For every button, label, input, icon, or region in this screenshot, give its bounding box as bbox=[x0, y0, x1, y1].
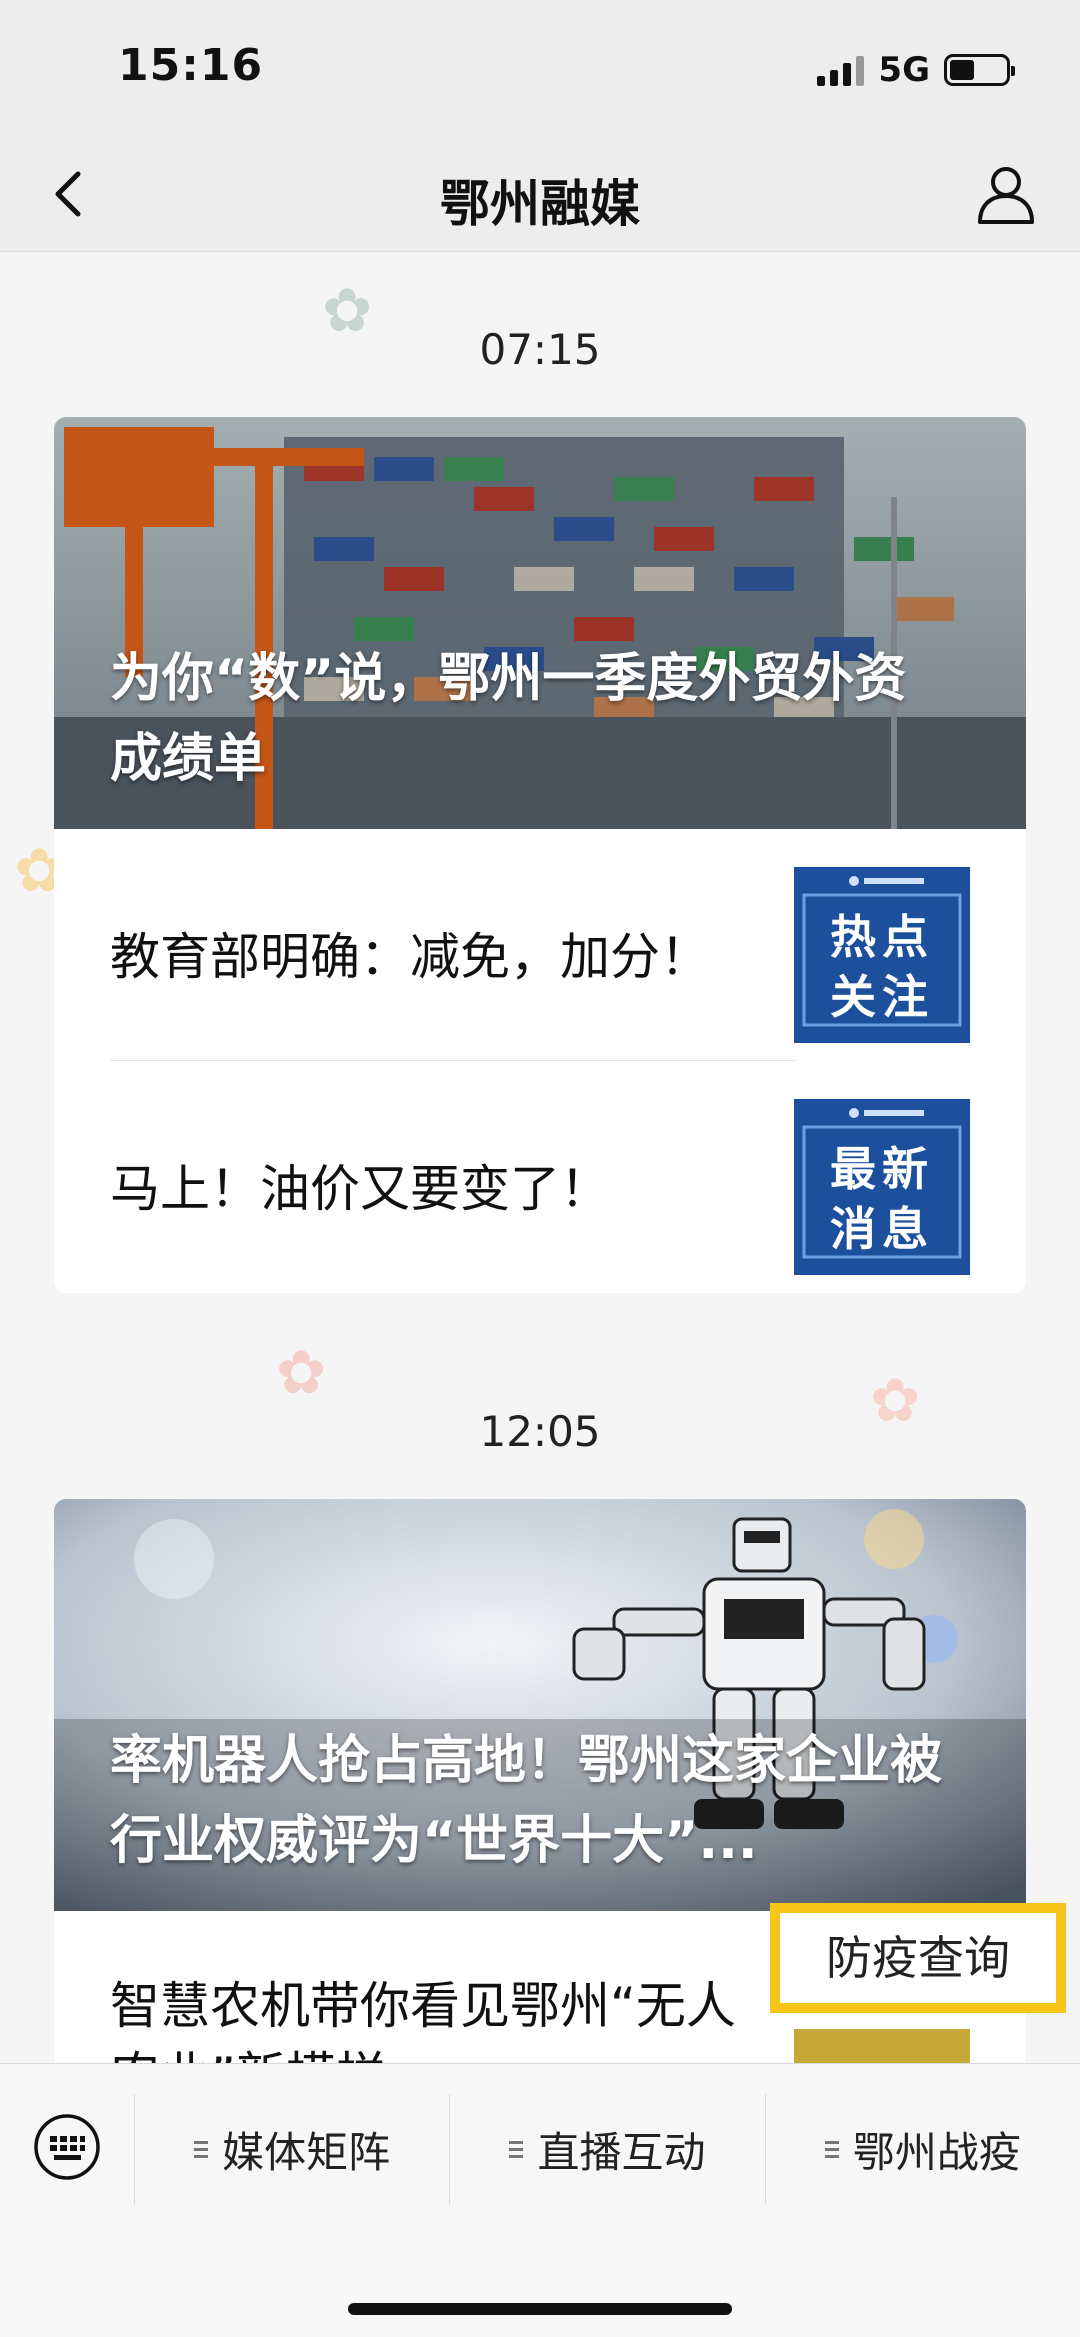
submenu-icon bbox=[824, 2140, 839, 2158]
hero-article[interactable]: 率机器人抢占高地！鄂州这家企业被行业权威评为“世界十大”... bbox=[54, 1499, 1026, 1911]
bottom-menu-bar: 媒体矩阵 直播互动 鄂州战疫 bbox=[0, 2063, 1080, 2337]
list-item-title: 智慧农机带你看见鄂州“无人农业”新模样 bbox=[110, 1977, 736, 2063]
hero-article-title: 为你“数”说，鄂州一季度外贸外资成绩单 bbox=[110, 649, 907, 789]
signal-icon bbox=[817, 54, 865, 86]
list-item-thumbnail: 热点 关注 bbox=[794, 867, 970, 1043]
hero-article[interactable]: 为你“数”说，鄂州一季度外贸外资成绩单 bbox=[54, 417, 1026, 829]
nav-bar: 鄂州融媒 bbox=[0, 140, 1080, 252]
status-time: 15:16 bbox=[118, 40, 264, 91]
thumb-caption: 热点 关注 bbox=[830, 910, 934, 1024]
menu-label: 直播互动 bbox=[537, 2127, 706, 2177]
status-icons: 5G bbox=[817, 50, 1015, 90]
submenu-icon bbox=[194, 2140, 209, 2158]
menu-live-interaction[interactable]: 直播互动 bbox=[449, 2094, 764, 2204]
keyboard-icon[interactable] bbox=[32, 2112, 102, 2182]
flower-decoration-icon: ✿ bbox=[276, 1338, 327, 1408]
epidemic-query-button[interactable]: 防疫查询 bbox=[770, 1903, 1066, 2013]
profile-icon[interactable] bbox=[972, 160, 1040, 228]
timestamp: 07:15 bbox=[479, 325, 601, 374]
network-type: 5G bbox=[878, 50, 930, 90]
page-title: 鄂州融媒 bbox=[440, 175, 640, 233]
menu-label: 鄂州战疫 bbox=[852, 2127, 1021, 2177]
list-item[interactable]: 教育部明确：减免，加分！ 热点 关注 bbox=[54, 829, 1026, 1061]
status-bar: 15:16 5G bbox=[0, 0, 1080, 140]
menu-label: 媒体矩阵 bbox=[222, 2127, 391, 2177]
home-indicator[interactable] bbox=[348, 2303, 732, 2315]
list-item-title: 教育部明确：减免，加分！ bbox=[110, 928, 710, 986]
thumb-caption: 最新 消息 bbox=[830, 1142, 934, 1256]
list-item-thumbnail bbox=[794, 2029, 970, 2063]
list-item-thumbnail: 最新 消息 bbox=[794, 1099, 970, 1275]
list-item[interactable]: 马上！油价又要变了！ 最新 消息 bbox=[54, 1061, 1026, 1293]
bottom-menu: 媒体矩阵 直播互动 鄂州战疫 bbox=[134, 2094, 1080, 2204]
timestamp: 12:05 bbox=[479, 1407, 601, 1456]
battery-icon bbox=[944, 54, 1015, 86]
submenu-icon bbox=[509, 2140, 524, 2158]
message-feed[interactable]: ✿ ✿ ✿ ✿ 07:15 为你“数”说，鄂州一季度外贸外资成绩单 教育部明确：… bbox=[0, 253, 1080, 2063]
menu-media-matrix[interactable]: 媒体矩阵 bbox=[134, 2094, 449, 2204]
list-item-title: 马上！油价又要变了！ bbox=[110, 1160, 610, 1218]
hero-article-title: 率机器人抢占高地！鄂州这家企业被行业权威评为“世界十大”... bbox=[110, 1731, 943, 1871]
menu-ezhou-epidemic[interactable]: 鄂州战疫 bbox=[764, 2094, 1080, 2204]
article-card: 为你“数”说，鄂州一季度外贸外资成绩单 教育部明确：减免，加分！ 热点 关注 马… bbox=[54, 417, 1026, 1293]
